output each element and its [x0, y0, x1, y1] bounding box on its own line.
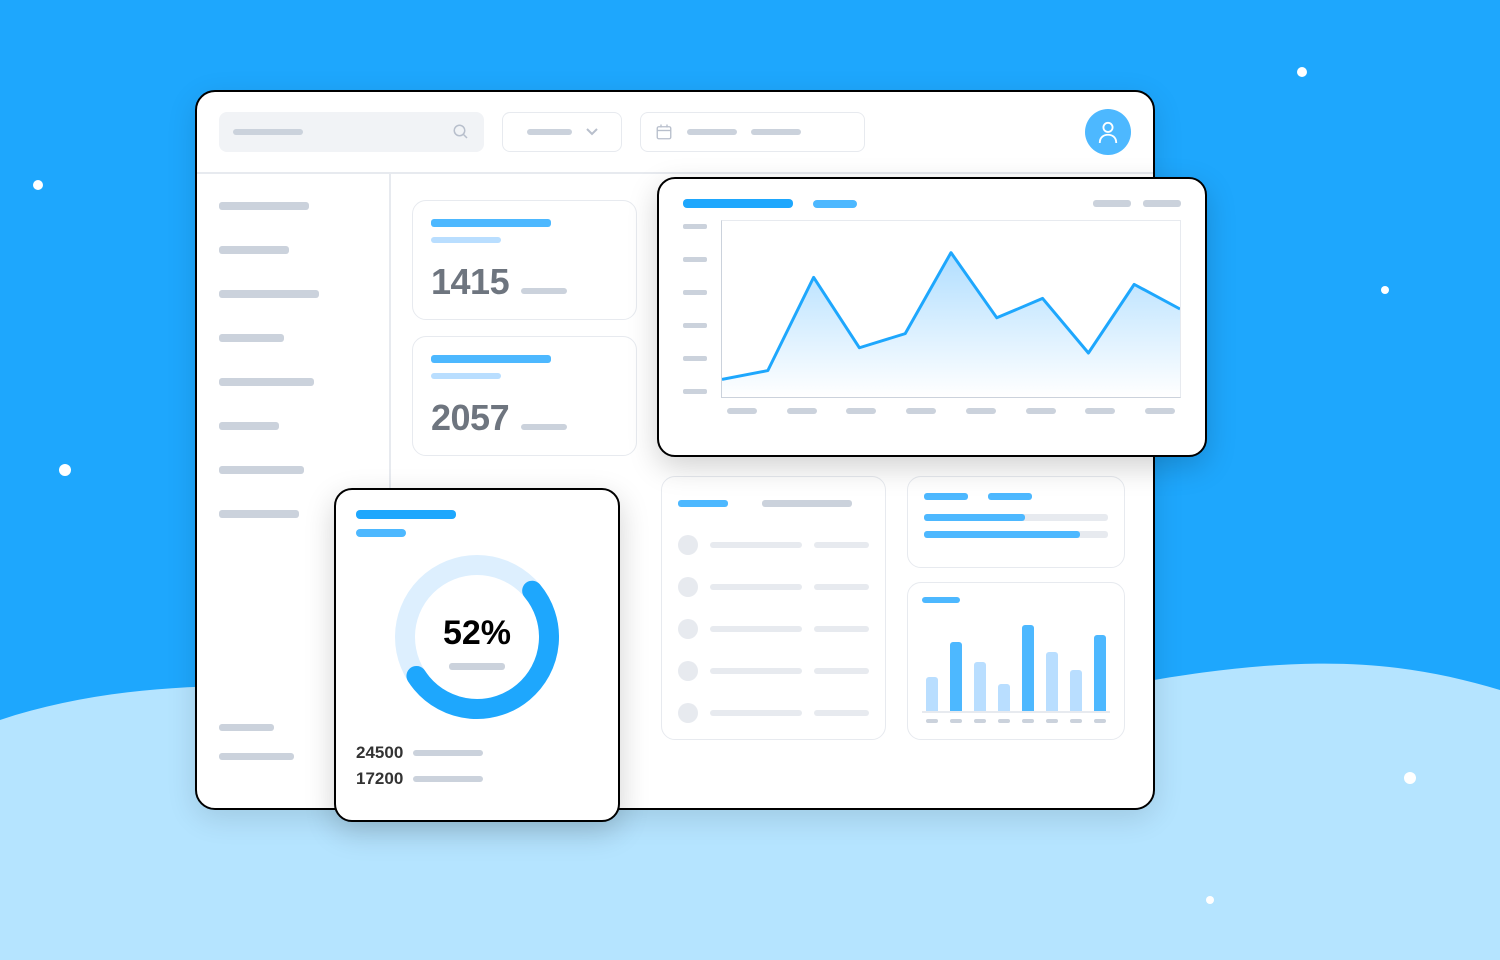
avatar-dot	[678, 577, 698, 597]
progress-header	[924, 493, 1108, 500]
date-from	[687, 129, 737, 135]
list-item[interactable]	[678, 619, 869, 639]
line-chart-legend	[1093, 200, 1181, 207]
kpi-value: 2057	[431, 397, 509, 439]
sidebar-item[interactable]	[219, 466, 304, 474]
stat-value: 17200	[356, 769, 403, 789]
bar	[1046, 652, 1058, 711]
chevron-down-icon	[586, 128, 598, 136]
donut-stat: 24500	[356, 743, 598, 763]
kpi-unit	[521, 288, 567, 294]
bar	[950, 642, 962, 711]
date-range-picker[interactable]	[640, 112, 865, 152]
list-item-meta	[814, 626, 869, 632]
user-icon	[1097, 120, 1119, 144]
search-input[interactable]	[219, 112, 484, 152]
line-chart-plot	[721, 220, 1181, 398]
bar-chart-panel	[907, 582, 1125, 740]
sidebar-item[interactable]	[219, 202, 309, 210]
calendar-icon	[655, 123, 673, 141]
list-item-text	[710, 668, 802, 674]
bar-chart	[922, 613, 1110, 713]
progress-bar	[924, 531, 1108, 538]
list-item-text	[710, 542, 802, 548]
donut-chart: 52%	[356, 547, 598, 737]
stat-value: 24500	[356, 743, 403, 763]
kpi-value: 1415	[431, 261, 509, 303]
dropdown-value	[527, 129, 572, 135]
bar	[1094, 635, 1106, 711]
sidebar-item[interactable]	[219, 510, 299, 518]
list-item-meta	[814, 668, 869, 674]
activity-list-panel	[661, 476, 886, 740]
kpi-title	[431, 355, 551, 363]
list-item-meta	[814, 584, 869, 590]
sidebar-item[interactable]	[219, 246, 289, 254]
list-item-meta	[814, 542, 869, 548]
avatar-dot	[678, 661, 698, 681]
bar-chart-title	[922, 597, 960, 603]
y-axis-ticks	[683, 220, 707, 398]
divider-horizontal	[197, 172, 1153, 174]
bar	[1022, 625, 1034, 711]
line-chart-title	[683, 199, 793, 208]
list-item-text	[710, 710, 802, 716]
list-item-text	[710, 626, 802, 632]
bar	[1070, 670, 1082, 711]
progress-panel	[907, 476, 1125, 568]
profile-button[interactable]	[1085, 109, 1131, 155]
donut-title	[356, 510, 456, 519]
kpi-card-1: 1415	[412, 200, 637, 320]
list-header	[678, 495, 869, 513]
avatar-dot	[678, 703, 698, 723]
date-to	[751, 129, 801, 135]
bar	[926, 677, 938, 711]
search-icon	[452, 123, 470, 141]
donut-subtitle	[356, 529, 406, 537]
line-chart-header	[683, 199, 1181, 208]
list-item-meta	[814, 710, 869, 716]
stat-label	[413, 776, 483, 782]
donut-header	[356, 510, 598, 537]
avatar-dot	[678, 619, 698, 639]
sidebar-item[interactable]	[219, 753, 294, 760]
list-item[interactable]	[678, 577, 869, 597]
donut-card: 52% 24500 17200	[334, 488, 620, 822]
list-item[interactable]	[678, 703, 869, 723]
donut-percent: 52%	[443, 614, 511, 653]
x-axis-ticks	[683, 408, 1181, 414]
donut-stat: 17200	[356, 769, 598, 789]
list-item[interactable]	[678, 661, 869, 681]
bar	[998, 684, 1010, 711]
kpi-subtitle	[431, 373, 501, 379]
topbar	[197, 92, 1153, 172]
kpi-title	[431, 219, 551, 227]
kpi-unit	[521, 424, 567, 430]
bar-chart-x-axis	[922, 719, 1110, 723]
sidebar-item[interactable]	[219, 334, 284, 342]
sidebar-item[interactable]	[219, 724, 274, 731]
kpi-card-2: 2057	[412, 336, 637, 456]
sidebar-item[interactable]	[219, 422, 279, 430]
list-item-text	[710, 584, 802, 590]
bar	[974, 662, 986, 711]
search-placeholder	[233, 129, 303, 135]
list-item[interactable]	[678, 535, 869, 555]
kpi-subtitle	[431, 237, 501, 243]
progress-bar	[924, 514, 1108, 521]
avatar-dot	[678, 535, 698, 555]
stat-label	[413, 750, 483, 756]
donut-label	[449, 663, 505, 670]
line-chart-card	[657, 177, 1207, 457]
line-chart-subtitle	[813, 200, 857, 208]
sidebar-item[interactable]	[219, 378, 314, 386]
sidebar-item[interactable]	[219, 290, 319, 298]
filter-dropdown[interactable]	[502, 112, 622, 152]
